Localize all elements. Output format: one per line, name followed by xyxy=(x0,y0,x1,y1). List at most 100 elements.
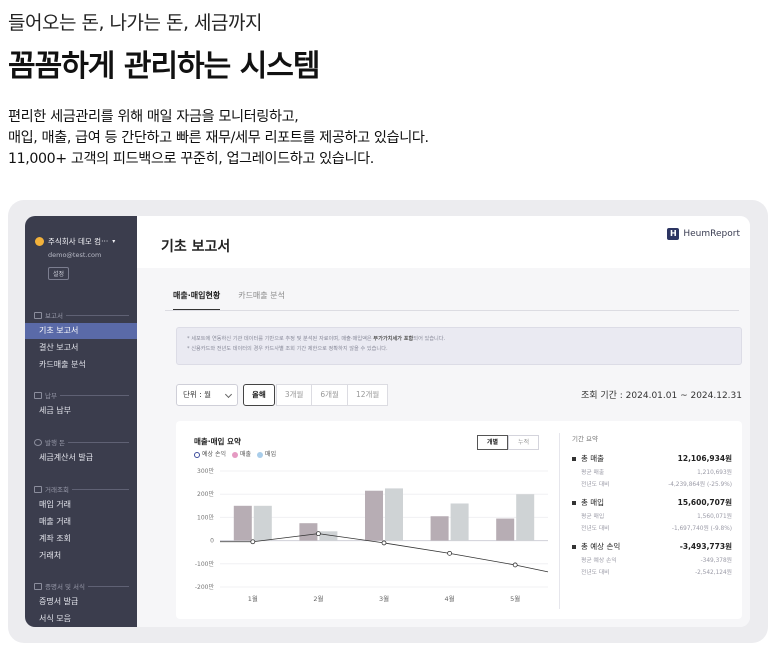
sales-bar xyxy=(365,490,383,541)
divider xyxy=(88,585,129,587)
company-switcher[interactable]: 주식회사 데모 컴··· ▾ xyxy=(35,236,115,247)
section-certificates: 증명서 및 서식 xyxy=(34,581,129,591)
divider xyxy=(68,441,129,443)
unit-select[interactable]: 단위 : 월 xyxy=(176,384,238,406)
profit-point xyxy=(381,540,387,546)
summary-total-purchase: 총 매입 15,600,707원 평균 매입 1,560,071원 전년도 대비 -1… xyxy=(572,497,732,532)
app-window: 주식회사 데모 컴··· ▾ demo@test.com 설정 보고서 기초 보… xyxy=(25,216,750,627)
main-content: 기초 보고서 H HeumReport 매출·매입현황 카드매출 분석 * 세포… xyxy=(137,216,750,627)
profit-point xyxy=(250,539,256,545)
settings-button[interactable]: 설정 xyxy=(48,267,70,280)
chevron-down-icon: ▾ xyxy=(112,238,116,245)
sales-bar xyxy=(496,518,515,541)
y-tick-label: 300만 xyxy=(197,467,214,475)
sidebar-item-vendors[interactable]: 거래처 xyxy=(25,548,137,564)
section-label: 납부 xyxy=(45,392,57,400)
period-3-months-button[interactable]: 3개월 xyxy=(275,384,313,406)
sidebar-item-account[interactable]: 계좌 조회 xyxy=(25,531,137,547)
section-label: 증명서 및 서식 xyxy=(45,583,86,591)
profit-point xyxy=(512,562,518,568)
legend-profit: 예상 손익 xyxy=(194,449,226,458)
company-logo-icon xyxy=(35,237,44,246)
y-tick-label: -100만 xyxy=(195,560,215,568)
sidebar-item-sales[interactable]: 매출 거래 xyxy=(25,514,137,530)
section-report: 보고서 xyxy=(34,310,129,320)
chart-title: 매출·매입 요약 xyxy=(194,437,241,446)
tab-sales-purchase[interactable]: 매출·매입현황 xyxy=(173,290,221,311)
toggle-cumulative[interactable]: 누적 xyxy=(508,435,540,450)
notice-box: * 세포트에 연동하신 기관 데이터를 기반으로 추정 및 분석된 자료이며, … xyxy=(176,327,742,365)
divider xyxy=(165,310,739,311)
purchase-bar xyxy=(450,503,469,541)
hero-desc-line: 편리한 세금관리를 위해 매일 자금을 모니터링하고, xyxy=(8,109,299,125)
period-buttons: 올해 3개월 6개월 12개월 xyxy=(243,384,389,406)
hero-subtitle: 들어오는 돈, 나가는 돈, 세금까지 xyxy=(8,12,262,34)
purchase-bar xyxy=(253,505,272,541)
y-tick-label: 0 xyxy=(210,538,214,545)
x-tick-label: 5월 xyxy=(510,594,520,603)
document-icon xyxy=(34,582,42,590)
summary-total-sales: 총 매출 12,106,934원 평균 매출 1,210,693원 전년도 대비 -4… xyxy=(572,453,732,488)
page-title: 기초 보고서 xyxy=(161,239,231,255)
sidebar-item-tax-invoice[interactable]: 세금계산서 발급 xyxy=(25,450,137,466)
toggle-individual[interactable]: 개별 xyxy=(477,435,509,450)
divider xyxy=(559,433,560,609)
hero-title: 꼼꼼하게 관리하는 시스템 xyxy=(8,49,321,84)
purchase-bar xyxy=(385,488,403,541)
legend-purchase: 매입 xyxy=(257,449,276,458)
section-label: 보고서 xyxy=(45,312,63,320)
summary-card: 매출·매입 요약 예상 손익 매출 매입 개별 누적 300만 200만 100만 0… xyxy=(176,421,742,619)
divider xyxy=(59,394,129,396)
divider xyxy=(65,314,129,316)
sales-bar xyxy=(233,505,252,541)
section-issue: 발행 돈 xyxy=(34,437,129,447)
sidebar-item-forms[interactable]: 서식 모음 xyxy=(25,611,137,627)
purchase-bar xyxy=(516,494,535,541)
y-tick-label: 100만 xyxy=(197,513,214,521)
y-tick-label: 200만 xyxy=(197,490,214,498)
brand-name: HeumReport xyxy=(683,229,740,239)
period-range: 조회 기간 : 2024.01.01 ~ 2024.12.31 xyxy=(580,391,742,401)
tab-bar: 매출·매입현황 카드매출 분석 xyxy=(173,290,285,311)
profit-point xyxy=(315,531,321,537)
section-transactions: 거래조회 xyxy=(34,484,129,494)
payment-icon xyxy=(34,391,42,399)
period-summary: 기간 요약 총 매출 12,106,934원 평균 매출 1,210,693원 전년… xyxy=(572,433,732,585)
sidebar-item-tax-payment[interactable]: 세금 납부 xyxy=(25,403,137,419)
sidebar-item-purchase[interactable]: 매입 거래 xyxy=(25,497,137,513)
sales-bar xyxy=(299,523,318,541)
sidebar-item-card-sales[interactable]: 카드매출 분석 xyxy=(25,357,137,373)
company-name: 주식회사 데모 컴··· xyxy=(48,237,109,246)
sales-purchase-chart: 300만 200만 100만 0 -100만 -200만 1월 2월 3월 4월 5월 xyxy=(195,467,549,603)
x-tick-label: 1월 xyxy=(248,594,258,603)
hero: 들어오는 돈, 나가는 돈, 세금까지 꼼꼼하게 관리하는 시스템 편리한 세금… xyxy=(8,8,768,170)
chart-icon xyxy=(34,485,42,493)
y-tick-label: -200만 xyxy=(195,583,215,591)
sidebar: 주식회사 데모 컴··· ▾ demo@test.com 설정 보고서 기초 보… xyxy=(25,216,137,627)
hero-desc-line: 11,000+ 고객의 피드백으로 꾸준히, 업그레이드하고 있습니다. xyxy=(8,151,374,167)
period-12-months-button[interactable]: 12개월 xyxy=(346,384,389,406)
brand-logo: H HeumReport xyxy=(667,228,740,240)
period-this-year-button[interactable]: 올해 xyxy=(243,384,275,406)
top-bar: 기초 보고서 H HeumReport xyxy=(137,216,750,268)
section-label: 거래조회 xyxy=(45,486,69,494)
divider xyxy=(71,488,129,490)
legend-sales: 매출 xyxy=(232,449,251,458)
sidebar-item-certificate[interactable]: 증명서 발급 xyxy=(25,594,137,610)
summary-expected-profit: 총 예상 손익 -3,493,773원 평균 예상 손익 -349,378원 전년도… xyxy=(572,541,732,576)
sidebar-item-basic-report[interactable]: 기초 보고서 xyxy=(25,323,137,339)
sidebar-item-settlement-report[interactable]: 결산 보고서 xyxy=(25,340,137,356)
notice-line: * 세포트에 연동하신 기관 데이터를 기반으로 추정 및 분석된 자료이며, … xyxy=(187,336,446,342)
report-icon xyxy=(34,311,42,319)
section-payment: 납부 xyxy=(34,390,129,400)
profit-point xyxy=(447,550,453,556)
notice-line: * 신용카드와 전년도 데이터의 경우 카드사별 조회 기간 제한으로 정확하지… xyxy=(187,346,388,352)
view-toggle: 개별 누적 xyxy=(477,435,540,450)
issue-icon xyxy=(34,438,42,446)
sales-bar xyxy=(430,516,449,541)
period-6-months-button[interactable]: 6개월 xyxy=(311,384,348,406)
x-tick-label: 2월 xyxy=(313,594,323,603)
summary-heading: 기간 요약 xyxy=(572,435,598,443)
chart-legend: 예상 손익 매출 매입 xyxy=(194,449,276,458)
tab-card-sales[interactable]: 카드매출 분석 xyxy=(238,290,285,311)
